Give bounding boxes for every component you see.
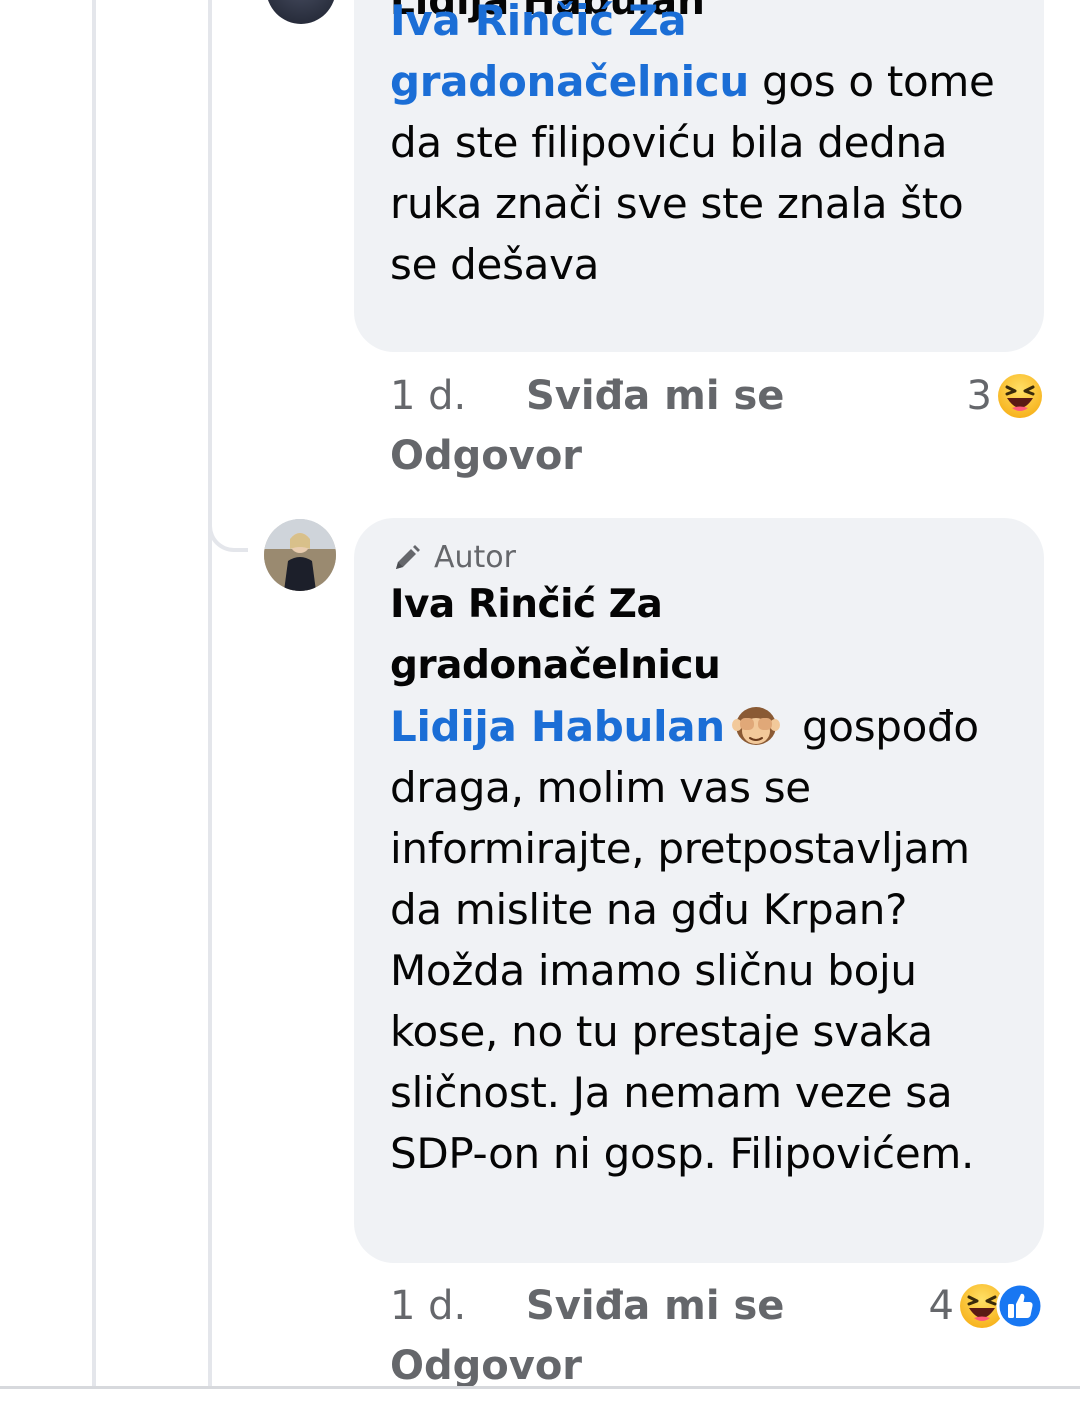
bottom-divider [0, 1386, 1080, 1389]
author-badge-label: Autor [434, 540, 516, 575]
reaction-count: 4 [928, 1283, 954, 1329]
comment-actions: 1 d. Sviđa mi se Odgovor 3 [390, 366, 1044, 486]
avatar[interactable] [264, 519, 336, 591]
haha-reaction-icon [998, 374, 1042, 418]
comment-thread: Lidija Habulan Iva Rinčić Za gradonačeln… [0, 0, 1080, 1403]
reply-button[interactable]: Odgovor [390, 426, 1044, 486]
mention-link[interactable]: Lidija Habulan [390, 702, 725, 751]
author-badge: Autor [390, 538, 516, 578]
comment-bubble: Autor Iva Rinčić Za gradonačelnicu Lidij… [354, 518, 1044, 1263]
reaction-summary[interactable]: 3 [967, 366, 1044, 426]
comment-text: Iva Rinčić Za gradonačelnicu gos o tome … [390, 0, 1020, 295]
thread-connector-outer [92, 0, 96, 1388]
see-no-evil-monkey-icon [731, 707, 780, 745]
pencil-icon [396, 545, 420, 569]
comment-timestamp[interactable]: 1 d. [390, 1276, 526, 1336]
comment-text: Lidija Habulan gospođo draga, molim vas … [390, 696, 1020, 1184]
mention-link[interactable]: Iva Rinčić Za gradonačelnicu [390, 0, 749, 106]
avatar[interactable] [266, 0, 336, 24]
comment-author[interactable]: Iva Rinčić Za gradonačelnicu [390, 574, 990, 696]
thread-connector-elbow [208, 500, 248, 552]
thread-connector-inner [208, 0, 212, 1388]
like-button[interactable]: Sviđa mi se [526, 1283, 784, 1329]
reaction-count: 3 [966, 373, 992, 419]
comment-actions: 1 d. Sviđa mi se Odgovor 4 [390, 1276, 1044, 1396]
comment-timestamp[interactable]: 1 d. [390, 366, 526, 426]
reaction-summary[interactable]: 4 [929, 1276, 1044, 1336]
like-button[interactable]: Sviđa mi se [526, 373, 784, 419]
avatar-photo [264, 519, 336, 591]
comment-body: gospođo draga, molim vas se informirajte… [390, 702, 979, 1178]
comment-bubble: Lidija Habulan Iva Rinčić Za gradonačeln… [354, 0, 1044, 352]
like-reaction-icon [996, 1282, 1044, 1330]
